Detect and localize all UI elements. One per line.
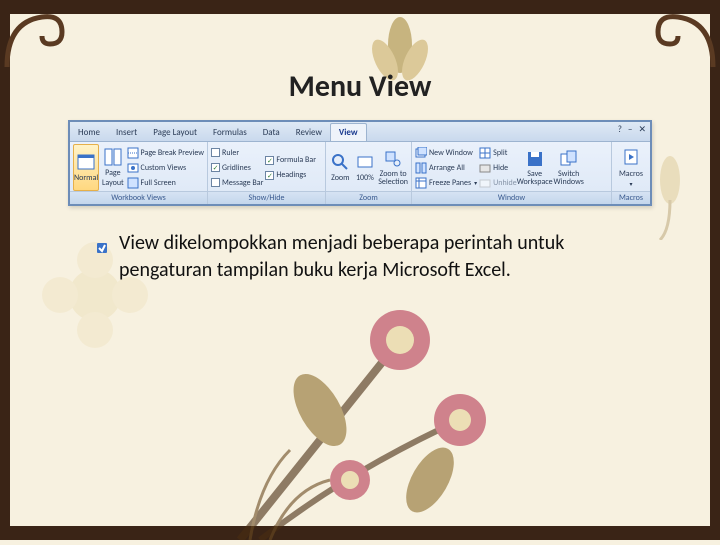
ruler-checkbox[interactable]: Ruler — [211, 146, 263, 160]
tab-review[interactable]: Review — [288, 124, 330, 141]
macros-label: Macros — [619, 169, 643, 179]
zoom-to-selection-button[interactable]: Zoom to Selection — [378, 144, 408, 191]
zoom-100-label: 100% — [356, 173, 374, 183]
tab-home[interactable]: Home — [70, 124, 108, 141]
page-layout-label: Page Layout — [101, 168, 124, 188]
checkbox-checked-icon: ✓ — [265, 156, 274, 165]
formula-bar-checkbox[interactable]: ✓Formula Bar — [265, 153, 316, 167]
split-label: Split — [493, 148, 507, 158]
ribbon-tab-bar: Home Insert Page Layout Formulas Data Re… — [70, 122, 650, 142]
floral-decoration-icon — [200, 280, 520, 540]
unhide-button[interactable]: Unhide — [479, 176, 517, 190]
save-icon — [525, 149, 545, 169]
hide-button[interactable]: Hide — [479, 161, 517, 175]
full-screen-label: Full Screen — [141, 178, 176, 188]
gridlines-checkbox[interactable]: ✓Gridlines — [211, 161, 263, 175]
group-zoom: Zoom 100% Zoom to Selection Zoom — [326, 142, 412, 204]
tab-data[interactable]: Data — [255, 124, 288, 141]
group-macros: Macros ▾ Macros — [612, 142, 650, 204]
new-window-label: New Window — [429, 148, 473, 158]
help-icon[interactable]: ? — [618, 124, 622, 135]
tab-insert[interactable]: Insert — [108, 124, 145, 141]
group-label: Zoom — [326, 191, 411, 204]
headings-label: Headings — [276, 170, 306, 180]
custom-views-icon — [127, 162, 139, 174]
unhide-icon — [479, 177, 491, 189]
slide-title: Menu View — [0, 68, 720, 105]
unhide-label: Unhide — [493, 178, 517, 188]
new-window-button[interactable]: New Window — [415, 146, 477, 160]
minimize-icon[interactable]: ‒ — [628, 124, 633, 135]
custom-views-label: Custom Views — [141, 163, 187, 173]
formula-bar-label: Formula Bar — [276, 155, 316, 165]
arrange-all-icon — [415, 162, 427, 174]
page-break-icon — [127, 147, 139, 159]
ruler-label: Ruler — [222, 148, 239, 158]
checkbox-icon — [211, 178, 220, 187]
normal-view-button[interactable]: Normal — [73, 144, 99, 191]
split-button[interactable]: Split — [479, 146, 517, 160]
freeze-panes-label: Freeze Panes — [429, 178, 471, 188]
close-icon[interactable]: ✕ — [638, 124, 646, 135]
freeze-panes-icon — [415, 177, 427, 189]
checkbox-checked-icon: ✓ — [265, 171, 274, 180]
page-layout-icon — [103, 147, 123, 167]
freeze-panes-button[interactable]: Freeze Panes▾ — [415, 176, 477, 190]
switch-windows-icon — [559, 149, 579, 169]
corner-ornament-icon — [648, 2, 718, 72]
chevron-down-icon: ▾ — [474, 179, 477, 187]
save-workspace-label: Save Workspace — [517, 170, 553, 186]
switch-windows-button[interactable]: Switch Windows — [553, 144, 585, 191]
new-window-icon — [415, 147, 427, 159]
slide-body-text: View dikelompokkan menjadi beberapa peri… — [119, 230, 640, 284]
bullet-icon — [95, 236, 109, 250]
group-workbook-views: Normal Page Layout Page Break Preview Cu… — [70, 142, 208, 204]
group-label: Show/Hide — [208, 191, 325, 204]
tab-formulas[interactable]: Formulas — [205, 124, 255, 141]
tab-page-layout[interactable]: Page Layout — [145, 124, 205, 141]
group-window: New Window Arrange All Freeze Panes▾ Spl… — [412, 142, 612, 204]
hide-label: Hide — [493, 163, 508, 173]
excel-ribbon: Home Insert Page Layout Formulas Data Re… — [68, 120, 652, 206]
save-workspace-button[interactable]: Save Workspace — [519, 144, 551, 191]
checkbox-checked-icon: ✓ — [211, 163, 220, 172]
page-break-label: Page Break Preview — [141, 148, 204, 158]
gridlines-label: Gridlines — [222, 163, 251, 173]
group-label: Macros — [612, 191, 650, 204]
arrange-all-label: Arrange All — [429, 163, 465, 173]
zoom-selection-label: Zoom to Selection — [378, 170, 408, 186]
zoom-label: Zoom — [331, 173, 349, 183]
checkbox-icon — [211, 148, 220, 157]
macros-icon — [621, 148, 641, 168]
arrange-all-button[interactable]: Arrange All — [415, 161, 477, 175]
zoom-button[interactable]: Zoom — [329, 144, 352, 191]
group-show-hide: Ruler ✓Gridlines Message Bar ✓Formula Ba… — [208, 142, 326, 204]
message-bar-label: Message Bar — [222, 178, 263, 188]
tab-view[interactable]: View — [330, 123, 367, 141]
switch-windows-label: Switch Windows — [553, 170, 585, 186]
full-screen-button[interactable]: Full Screen — [127, 176, 204, 190]
zoom-100-icon — [355, 152, 375, 172]
headings-checkbox[interactable]: ✓Headings — [265, 168, 316, 182]
macros-button[interactable]: Macros ▾ — [615, 144, 647, 191]
magnifier-icon — [330, 152, 350, 172]
page-break-preview-button[interactable]: Page Break Preview — [127, 146, 204, 160]
zoom-selection-icon — [383, 149, 403, 169]
message-bar-checkbox[interactable]: Message Bar — [211, 176, 263, 190]
normal-view-icon — [76, 152, 96, 172]
full-screen-icon — [127, 177, 139, 189]
normal-view-label: Normal — [74, 173, 98, 183]
chevron-down-icon: ▾ — [629, 180, 632, 188]
group-label: Workbook Views — [70, 191, 207, 204]
slide-body: View dikelompokkan menjadi beberapa peri… — [95, 230, 640, 284]
page-layout-button[interactable]: Page Layout — [101, 144, 124, 191]
hide-icon — [479, 162, 491, 174]
corner-ornament-icon — [2, 2, 72, 72]
split-icon — [479, 147, 491, 159]
ribbon-window-controls: ? ‒ ✕ — [618, 124, 646, 135]
group-label: Window — [412, 191, 611, 204]
zoom-100-button[interactable]: 100% — [354, 144, 377, 191]
custom-views-button[interactable]: Custom Views — [127, 161, 204, 175]
